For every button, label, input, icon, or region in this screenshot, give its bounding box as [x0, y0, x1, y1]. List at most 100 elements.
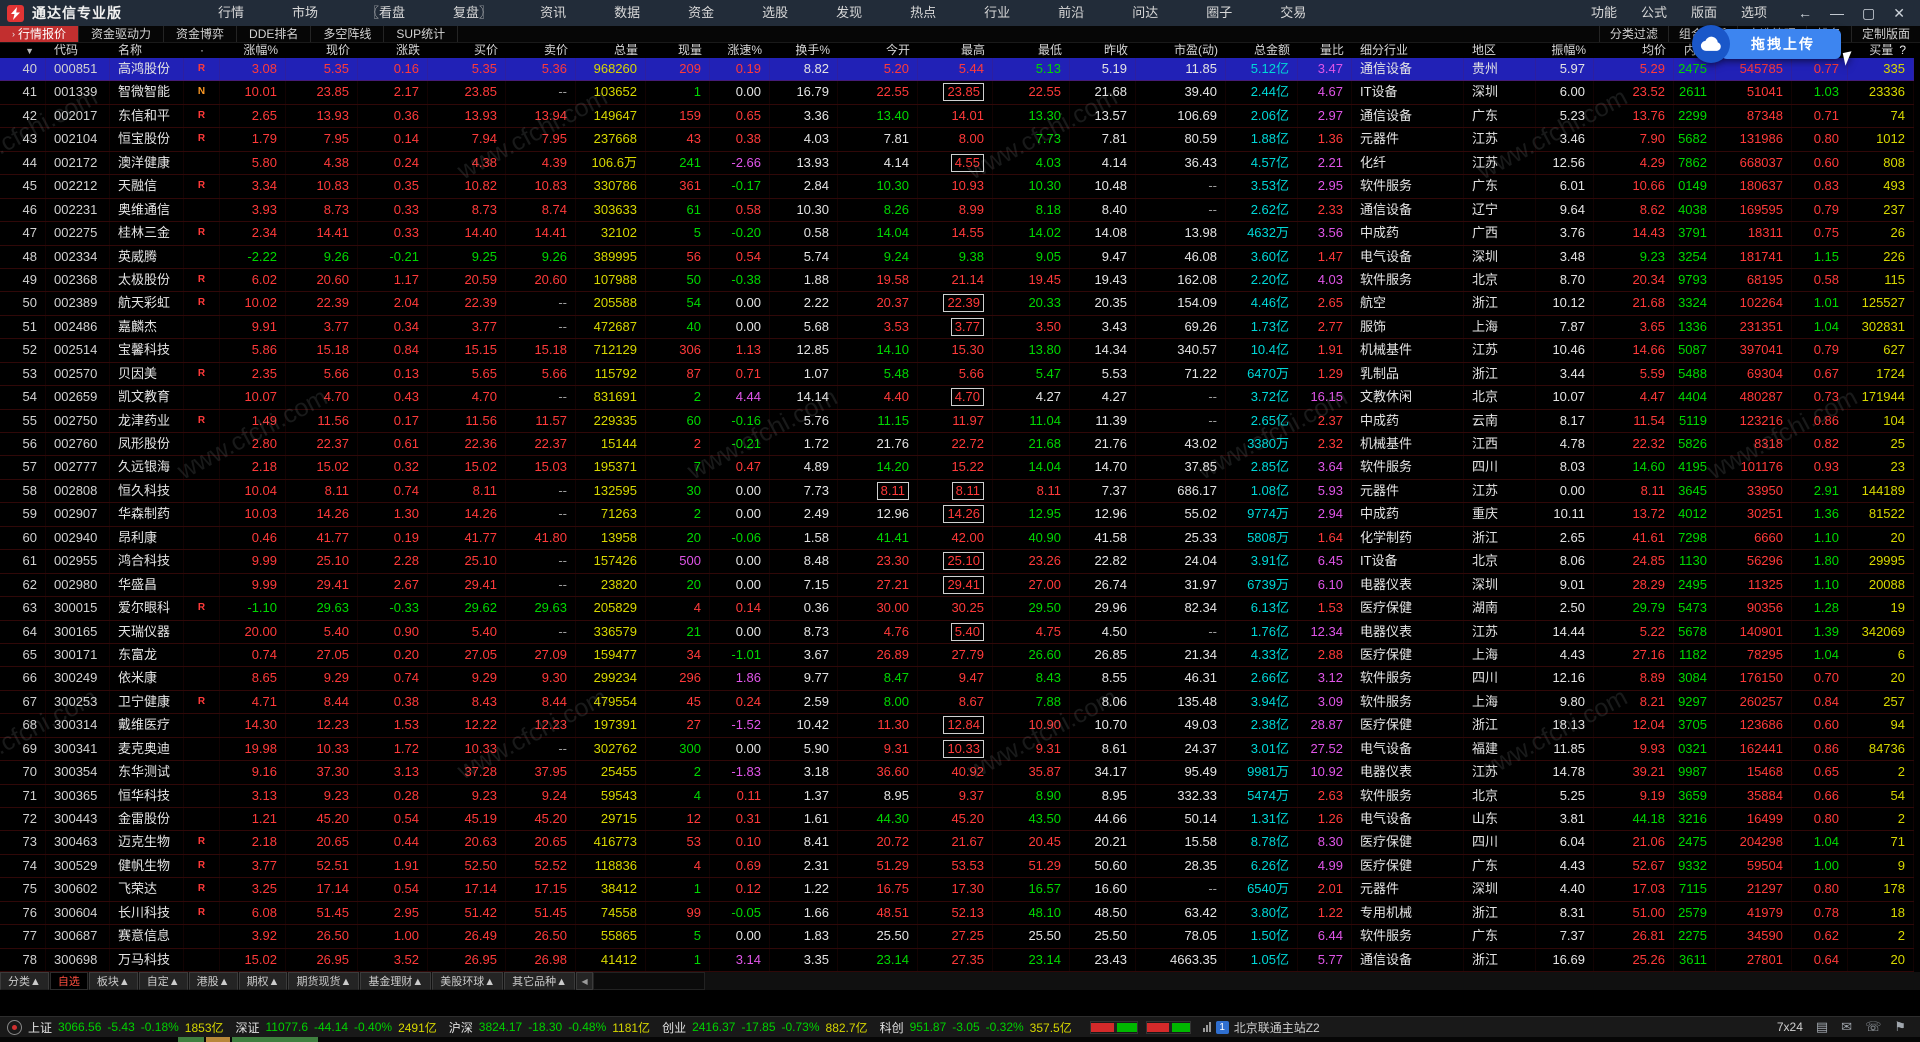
table-row[interactable]: 70 300354 东华测试 9.16 37.30 3.13 37.28 37.95 25455… [0, 761, 1914, 785]
server-name[interactable]: 北京联通主站Z2 [1234, 1019, 1320, 1036]
menu-item[interactable]: 功能 [1579, 0, 1629, 26]
market-breadth-bars[interactable] [1089, 1020, 1191, 1034]
table-row[interactable]: 50 002389 航天彩虹 R 10.02 22.39 2.04 22.39 -- 205588… [0, 292, 1914, 316]
column-header[interactable]: 总金额 [1226, 42, 1298, 58]
menu-item[interactable]: 〖看盘 [342, 0, 429, 26]
table-row[interactable]: 40 000851 高鸿股份 R 3.08 5.35 0.16 5.35 5.36 968260 2… [0, 58, 1914, 82]
column-header[interactable]: 买量? [1848, 42, 1914, 58]
tab-scroll-left-button[interactable]: ◀ [576, 972, 594, 990]
bottom-tab[interactable]: 美股环球▲ [432, 972, 504, 990]
table-row[interactable]: 74 300529 健帆生物 R 3.77 52.51 1.91 52.50 52.52 1188… [0, 854, 1914, 879]
column-header[interactable]: 最低 [993, 42, 1070, 58]
phone-icon[interactable]: ☏ [1865, 1019, 1881, 1035]
table-row[interactable]: 68 300314 戴维医疗 14.30 12.23 1.53 12.22 12.23 1973… [0, 714, 1914, 738]
menu-item[interactable]: 行业 [960, 0, 1034, 26]
table-row[interactable]: 66 300249 依米康 8.65 9.29 0.74 9.29 9.30 299234 296… [0, 667, 1914, 691]
menu-item[interactable]: 问达 [1108, 0, 1182, 26]
column-header[interactable]: 均价 [1594, 42, 1674, 58]
bottom-tab[interactable]: 期货现货▲ [288, 972, 360, 990]
bottom-tab[interactable]: 基金理财▲ [360, 972, 432, 990]
column-header[interactable]: 振幅% [1536, 42, 1594, 58]
column-header[interactable]: 地区 [1464, 42, 1536, 58]
table-row[interactable]: 56 002760 凤形股份 2.80 22.37 0.61 22.36 22.37 15144… [0, 433, 1914, 457]
view-tab[interactable]: SUP统计 [384, 26, 459, 42]
bottom-tab[interactable]: 分类▲ [0, 972, 49, 990]
menu-item[interactable]: 发现 [812, 0, 886, 26]
menu-item[interactable]: 复盘〗 [429, 0, 516, 26]
table-row[interactable]: 55 002750 龙津药业 R 1.49 11.56 0.17 11.56 11.57 2293… [0, 409, 1914, 433]
table-row[interactable]: 48 002334 英威腾 -2.22 9.26 -0.21 9.25 9.26 389995 5… [0, 245, 1914, 269]
column-header[interactable]: 名称 [110, 42, 184, 58]
index-summary[interactable]: 科创 951.87 -3.05 -0.32% 357.5亿 [880, 1019, 1072, 1036]
column-header[interactable]: ▼ [0, 42, 46, 58]
menu-item[interactable]: 行情 [194, 0, 268, 26]
column-header[interactable]: 细分行业 [1352, 42, 1464, 58]
column-header[interactable]: 量比 [1298, 42, 1352, 58]
table-row[interactable]: 64 300165 天瑞仪器 20.00 5.40 0.90 5.40 -- 336579 21 0… [0, 620, 1914, 644]
menu-item[interactable]: 数据 [590, 0, 664, 26]
bottom-tab[interactable]: 自定▲ [138, 972, 188, 990]
message-icon[interactable]: ✉ [1841, 1019, 1852, 1035]
column-header[interactable]: 买价 [428, 42, 506, 58]
close-button[interactable]: ✕ [1884, 0, 1914, 26]
index-summary[interactable]: 上证 3066.56 -5.43 -0.18% 1853亿 [28, 1019, 224, 1036]
table-row[interactable]: 67 300253 卫宁健康 R 4.71 8.44 0.38 8.43 8.44 479554 4… [0, 690, 1914, 715]
table-row[interactable]: 53 002570 贝因美 R 2.35 5.66 0.13 5.65 5.66 115792 87… [0, 362, 1914, 387]
keyboard-icon[interactable]: ▤ [1816, 1019, 1828, 1035]
table-row[interactable]: 59 002907 华森制药 10.03 14.26 1.30 14.26 -- 71263 2 0… [0, 503, 1914, 527]
table-row[interactable]: 51 002486 嘉麟杰 9.91 3.77 0.34 3.77 -- 472687 40 0.0… [0, 315, 1914, 340]
bottom-tab[interactable]: 板块▲ [88, 972, 138, 990]
bottom-tab[interactable]: 其它品种▲ [504, 972, 576, 990]
column-header[interactable]: 涨跌 [358, 42, 428, 58]
table-row[interactable]: 60 002940 昂利康 0.46 41.77 0.19 41.77 41.80 13958 2… [0, 526, 1914, 551]
column-header[interactable]: 卖价 [506, 42, 576, 58]
view-tab[interactable]: 多空阵线 [311, 26, 385, 42]
column-header[interactable]: 换手% [770, 42, 838, 58]
table-row[interactable]: 41 001339 智微智能 N 10.01 23.85 2.17 23.85 -- 103652… [0, 81, 1914, 105]
table-row[interactable]: 54 002659 凯文教育 10.07 4.70 0.43 4.70 -- 831691 2 4.… [0, 386, 1914, 410]
menu-item[interactable]: 选股 [738, 0, 812, 26]
menu-item[interactable]: 热点 [886, 0, 960, 26]
toolbar-action[interactable]: 定制版面 [1850, 26, 1920, 42]
menu-item[interactable]: 选项 [1729, 0, 1779, 26]
column-header[interactable]: 代码 [46, 42, 110, 58]
column-header[interactable]: 现量 [646, 42, 710, 58]
column-header[interactable]: 今开 [838, 42, 918, 58]
table-row[interactable]: 44 002172 澳洋健康 5.80 4.38 0.24 4.38 4.39 106.6万 24… [0, 151, 1914, 176]
column-header[interactable]: · [184, 42, 220, 58]
menu-item[interactable]: 圈子 [1182, 0, 1256, 26]
menu-item[interactable]: 前沿 [1034, 0, 1108, 26]
column-header[interactable]: 总量 [576, 42, 646, 58]
column-header[interactable]: 涨幅% [220, 42, 286, 58]
flag-icon[interactable]: ⚑ [1894, 1019, 1906, 1035]
menu-item[interactable]: 交易 [1256, 0, 1330, 26]
bottom-tab[interactable]: 自选 [49, 972, 88, 990]
column-header[interactable]: 昨收 [1070, 42, 1136, 58]
table-row[interactable]: 62 002980 华盛昌 9.99 29.41 2.67 29.41 -- 23820 20 0.… [0, 573, 1914, 598]
menu-item[interactable]: 市场 [268, 0, 342, 26]
table-row[interactable]: 75 300602 飞荣达 R 3.25 17.14 0.54 17.14 17.15 38412… [0, 878, 1914, 902]
back-button[interactable]: ← [1789, 0, 1821, 26]
sort-icon[interactable]: ▼ [25, 46, 34, 56]
menu-item[interactable]: 版面 [1679, 0, 1729, 26]
table-row[interactable]: 43 002104 恒宝股份 R 1.79 7.95 0.14 7.94 7.95 237668 4… [0, 128, 1914, 152]
index-summary[interactable]: 深证 11077.6 -44.14 -0.40% 2491亿 [236, 1019, 437, 1036]
index-summary[interactable]: 创业 2416.37 -17.85 -0.73% 882.7亿 [662, 1019, 868, 1036]
table-row[interactable]: 73 300463 迈克生物 R 2.18 20.65 0.44 20.63 20.65 4167… [0, 831, 1914, 855]
column-header[interactable]: 最高 [918, 42, 993, 58]
menu-item[interactable]: 资讯 [516, 0, 590, 26]
bottom-tab[interactable]: 港股▲ [188, 972, 238, 990]
table-row[interactable]: 65 300171 东富龙 0.74 27.05 0.20 27.05 27.09 159477… [0, 643, 1914, 668]
view-tab[interactable]: 资金驱动力 [79, 26, 165, 42]
table-row[interactable]: 46 002231 奥维通信 3.93 8.73 0.33 8.73 8.74 303633 61… [0, 198, 1914, 223]
table-row[interactable]: 69 300341 麦克奥迪 19.98 10.33 1.72 10.33 -- 302762 3… [0, 737, 1914, 762]
column-header[interactable]: 市盈(动) [1136, 42, 1226, 58]
table-row[interactable]: 47 002275 桂林三金 R 2.34 14.41 0.33 14.40 14.41 3210… [0, 222, 1914, 246]
menu-item[interactable]: 资金 [664, 0, 738, 26]
table-row[interactable]: 61 002955 鸿合科技 9.99 25.10 2.28 25.10 -- 157426 50… [0, 550, 1914, 574]
column-header[interactable]: 涨速% [710, 42, 770, 58]
table-row[interactable]: 42 002017 东信和平 R 2.65 13.93 0.36 13.93 13.94 1496… [0, 104, 1914, 129]
table-row[interactable]: 72 300443 金雷股份 1.21 45.20 0.54 45.19 45.20 29715… [0, 808, 1914, 832]
table-row[interactable]: 49 002368 太极股份 R 6.02 20.60 1.17 20.59 20.60 1079… [0, 268, 1914, 293]
toolbar-action[interactable]: 分类过滤 [1598, 26, 1668, 42]
